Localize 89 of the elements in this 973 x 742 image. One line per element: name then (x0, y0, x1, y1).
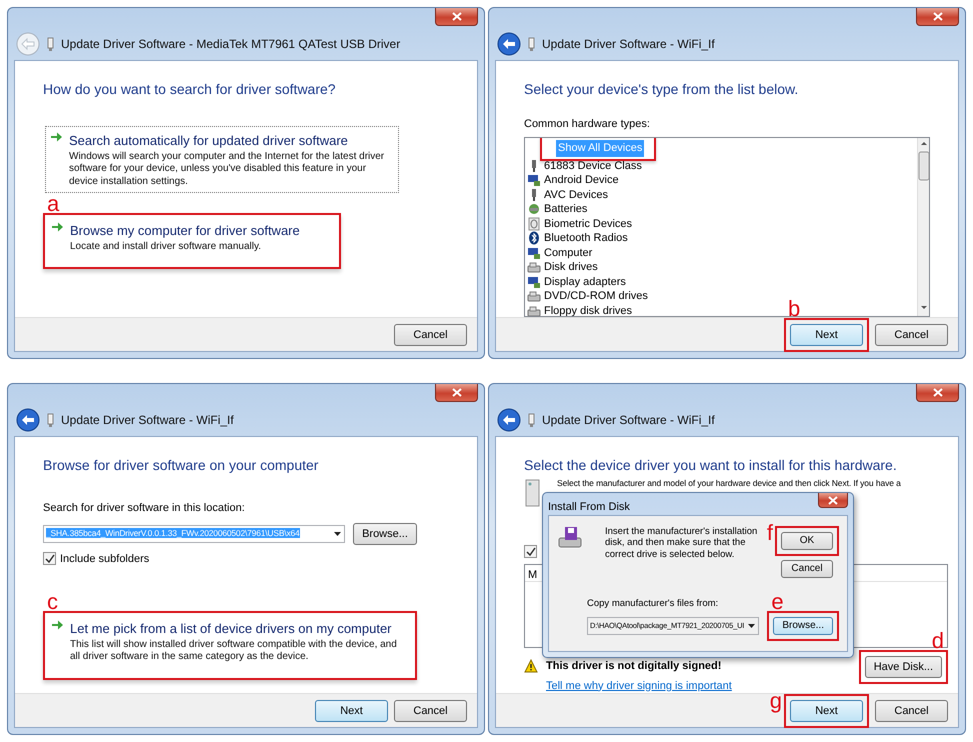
close-button[interactable] (435, 8, 478, 26)
list-item[interactable]: Bluetooth Radios (544, 230, 628, 246)
device-icon (527, 216, 541, 231)
dropdown-caret-icon (747, 623, 756, 629)
list-item[interactable]: 61883 Device Class (544, 158, 642, 174)
checkbox[interactable] (43, 552, 56, 566)
device-icon (527, 173, 541, 188)
dialog-button[interactable]: OK (781, 532, 833, 550)
window-title: Update Driver Software - WiFi_If (61, 412, 234, 429)
option-description: Locate and install driver software manually. (70, 240, 262, 253)
annotation-letter: d (932, 630, 944, 652)
window-title: Update Driver Software - WiFi_If (542, 36, 715, 53)
device-icon (527, 260, 541, 274)
checkbox-label: Include subfolders (60, 552, 150, 566)
column-header: M (528, 569, 538, 581)
list-item[interactable]: Biometric Devices (544, 216, 632, 232)
list-item[interactable]: AVC Devices (544, 186, 608, 203)
field-label: Search for driver software in this location: (43, 501, 246, 516)
device-icon (527, 274, 541, 289)
device-icon (527, 289, 541, 304)
arrow-icon (51, 221, 64, 233)
annotation-letter: a (47, 193, 60, 215)
page-heading: Select the device driver you want to install for this hardware. (524, 456, 898, 475)
close-icon (452, 388, 462, 397)
annotation-letter: f (766, 522, 773, 544)
dialog-button[interactable]: Cancel (875, 700, 948, 722)
annotation-letter: c (47, 591, 58, 613)
dialog-button[interactable]: Cancel (875, 324, 948, 346)
field-label: Copy manufacturer's files from: (587, 596, 718, 611)
close-button[interactable] (916, 384, 959, 402)
device-icon (527, 246, 541, 260)
page-heading: Browse for driver software on your computer (43, 456, 320, 475)
close-icon (932, 388, 942, 397)
device-icon (527, 231, 541, 246)
close-button[interactable] (818, 493, 848, 508)
annotation-letter: g (770, 690, 782, 712)
help-link[interactable]: Tell me why driver signing is important (546, 678, 732, 694)
check-icon (526, 546, 536, 556)
dialog-button[interactable]: Next (790, 324, 863, 346)
annotation-letter: e (771, 591, 784, 613)
disk-drive-icon (557, 526, 583, 548)
dialog-message: Insert the manufacturer's installation disk, and then make sure that the correct drive is selected below. (605, 526, 758, 562)
dropdown-caret-icon (333, 530, 342, 536)
window-title: Update Driver Software - WiFi_If (542, 412, 715, 429)
command-link-option[interactable] (43, 124, 401, 195)
arrow-icon (50, 131, 63, 143)
dialog-button[interactable]: Browse... (353, 522, 417, 544)
close-icon (932, 12, 942, 21)
usb-device-icon (46, 37, 55, 51)
option-title: Search automatically for updated driver software (69, 132, 349, 150)
arrow-icon (51, 619, 64, 631)
list-item[interactable]: Floppy disk drives (544, 302, 632, 316)
dialog-button[interactable]: Next (315, 700, 388, 722)
option-title: Let me pick from a list of device drivers on my computer (70, 620, 393, 638)
close-icon (452, 12, 462, 21)
usb-device-icon (46, 413, 55, 427)
dialog-button[interactable]: Next (790, 700, 863, 722)
dialog-button[interactable]: Browse... (773, 617, 833, 635)
list-item[interactable]: Android Device (544, 172, 619, 188)
annotation-letter: b (788, 298, 800, 320)
dialog-button[interactable]: Cancel (394, 700, 467, 722)
dialog-button[interactable]: Have Disk... (864, 656, 942, 678)
option-description: Windows will search your computer and the Internet for the latest driver software for your device, unless you've disabled this feature in your device installation settings. (69, 150, 386, 188)
list-item[interactable]: Batteries (544, 201, 588, 218)
close-button[interactable] (435, 384, 478, 402)
checkbox[interactable] (524, 545, 537, 558)
list-item[interactable]: Display adapters (544, 274, 626, 290)
close-button[interactable] (916, 8, 959, 26)
warning-text: This driver is not digitally signed! (546, 659, 722, 674)
list-item[interactable]: Disk drives (544, 259, 598, 276)
computer-tower-icon (524, 479, 541, 508)
list-item[interactable]: DVD/CD-ROM drives (544, 288, 648, 304)
dialog-title: Install From Disk (548, 500, 630, 515)
field-label: Common hardware types: (524, 117, 651, 132)
dialog-button[interactable]: Cancel (394, 324, 467, 346)
close-icon (828, 496, 838, 504)
device-icon (527, 202, 541, 216)
dialog-button[interactable]: Cancel (781, 560, 833, 578)
window-title: Update Driver Software - MediaTek MT7961 QATest USB Driver (61, 36, 400, 53)
page-heading: How do you want to search for driver software? (43, 80, 337, 99)
option-title: Browse my computer for driver software (70, 222, 300, 240)
option-description: This list will show installed driver software compatible with the device, and all driver software in the same category as the device. (70, 638, 398, 664)
usb-device-icon (527, 413, 536, 427)
page-heading: Select your device's type from the list below. (524, 80, 800, 99)
usb-device-icon (527, 37, 536, 51)
check-icon (44, 554, 54, 564)
warning-icon (524, 659, 538, 674)
list-item[interactable]: Computer (544, 244, 592, 261)
instruction-text: Select the manufacturer and model of your hardware device and then click Next. If you have a (557, 479, 901, 488)
